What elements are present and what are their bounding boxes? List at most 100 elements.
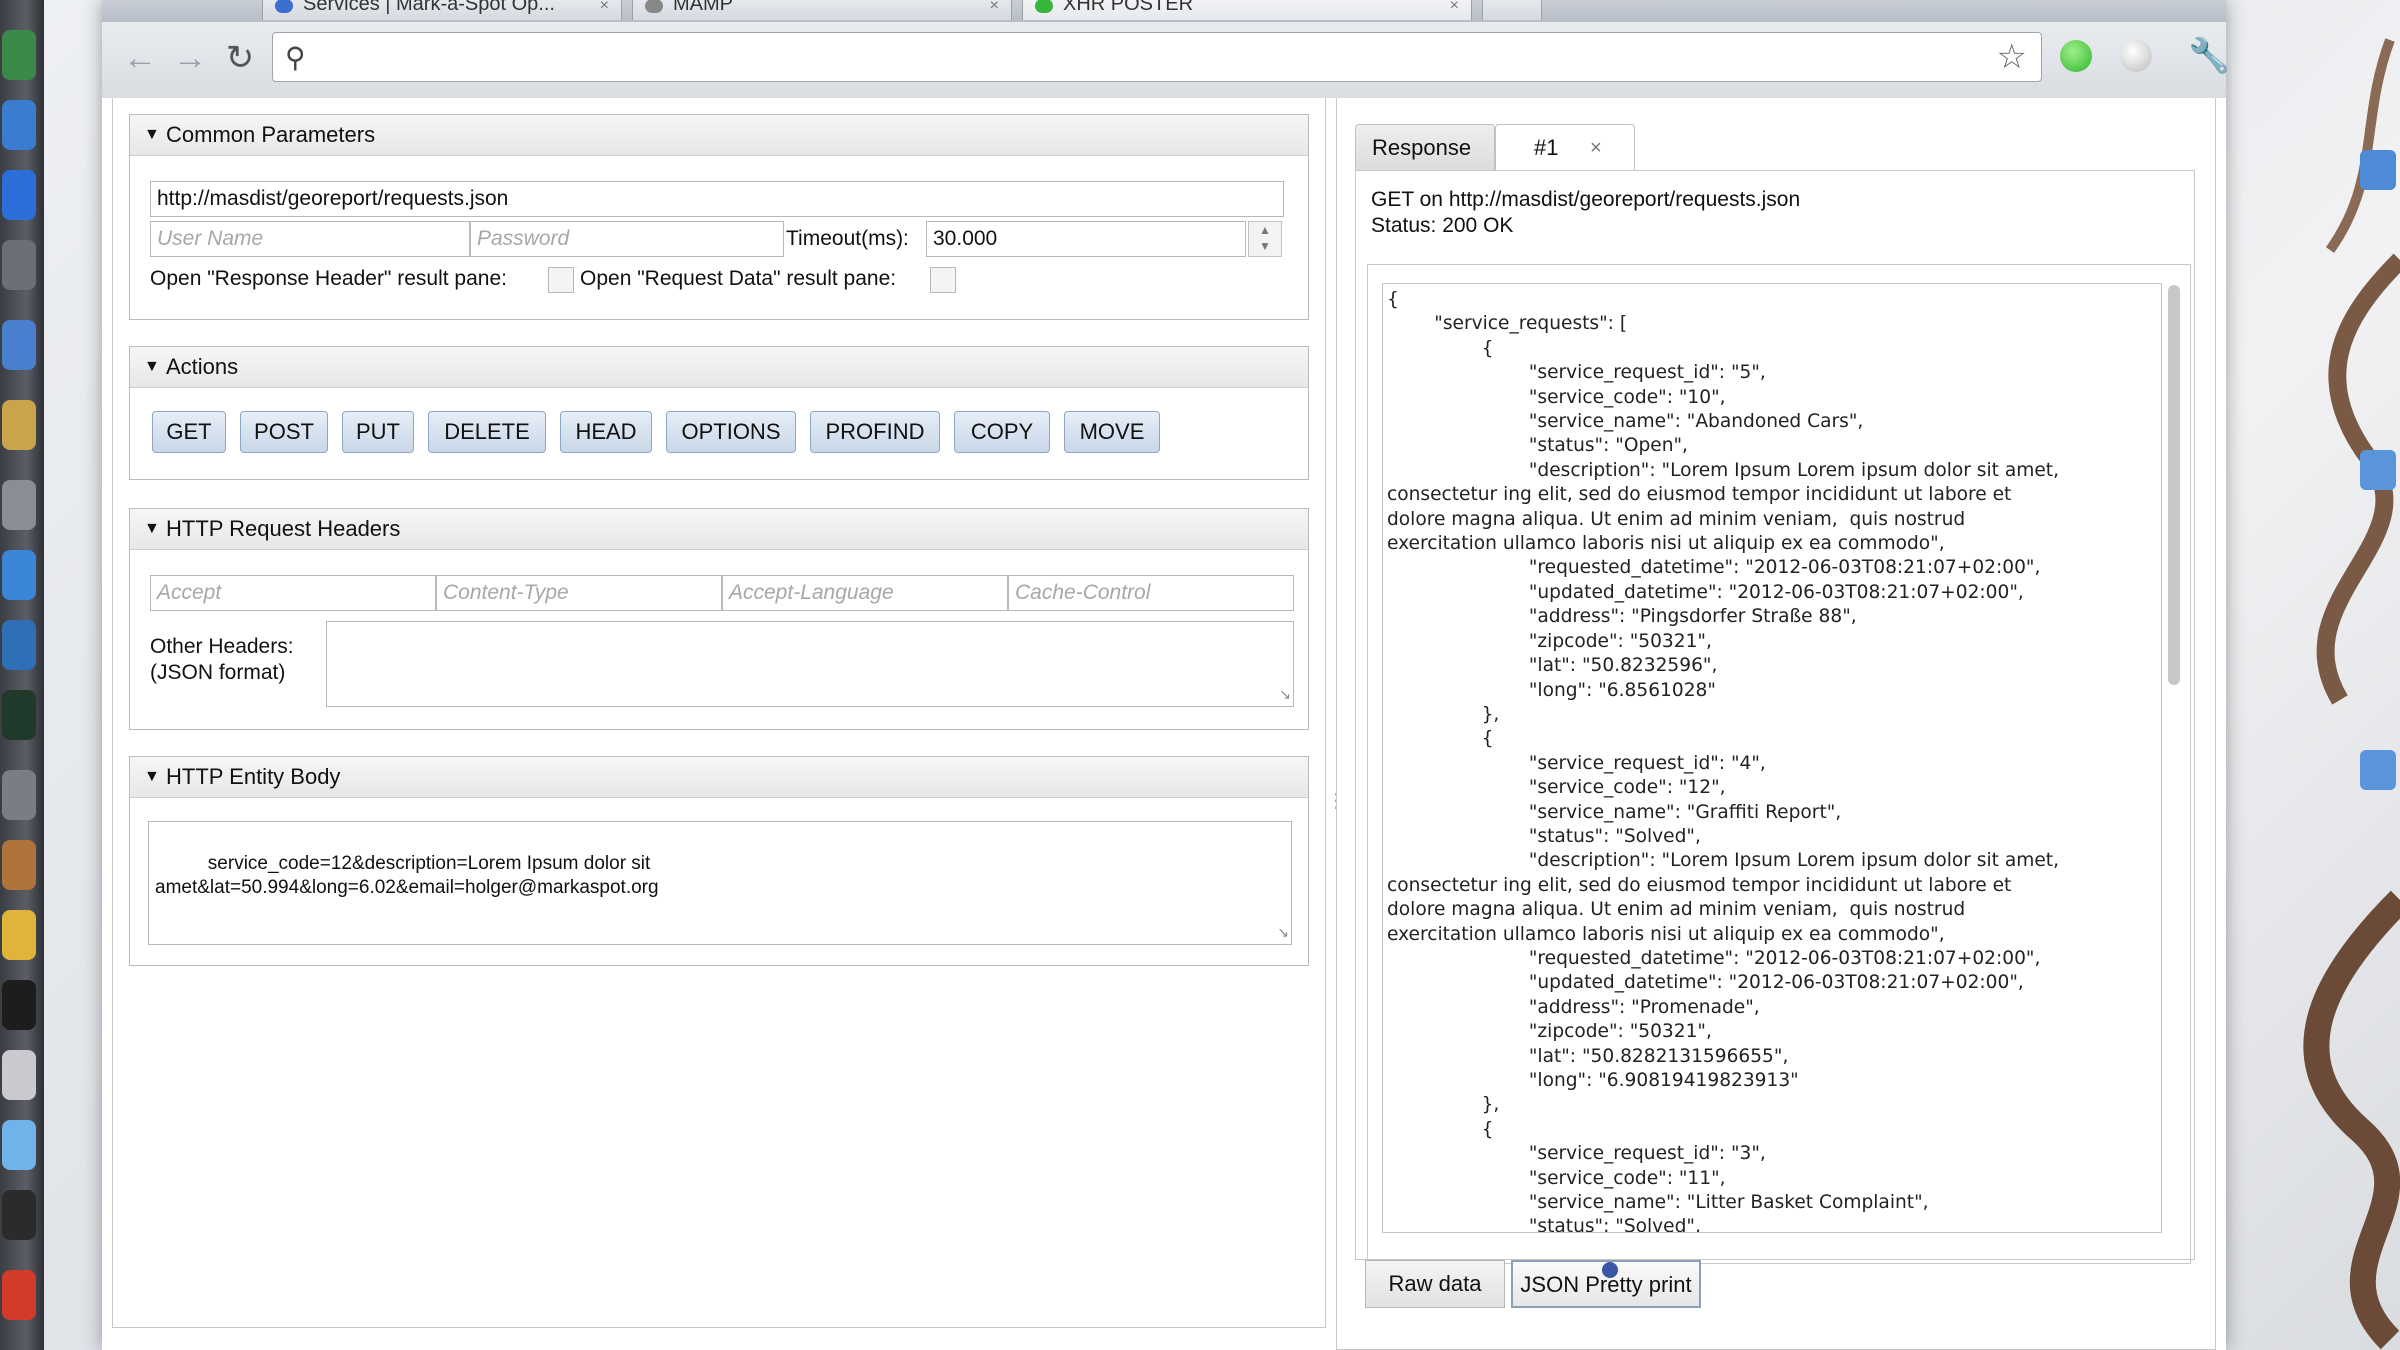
dock-app-icon[interactable] [2, 1050, 36, 1100]
get-button[interactable]: GET [152, 411, 226, 453]
other-headers-textarea[interactable]: ↘ [326, 621, 1294, 707]
new-tab-button[interactable] [1482, 0, 1542, 20]
dock-app-icon[interactable] [2, 100, 36, 150]
dock-app-icon[interactable] [2, 840, 36, 890]
username-field[interactable]: User Name [150, 221, 470, 257]
reload-icon[interactable]: ↻ [218, 36, 262, 80]
dock-app-icon[interactable] [2, 980, 36, 1030]
browser-tab-label: Services | Mark-a-Spot Op... [303, 0, 555, 15]
close-icon[interactable]: × [1590, 125, 1602, 171]
tab-response[interactable]: Response [1355, 124, 1495, 170]
accept-header-field[interactable]: Accept [150, 575, 436, 611]
request-data-label: Open "Request Data" result pane: [580, 267, 897, 290]
dock-app-icon[interactable] [2, 320, 36, 370]
dock-app-icon[interactable] [2, 480, 36, 530]
json-output[interactable]: { "service_requests": [ { "service_reque… [1382, 283, 2162, 1233]
put-button[interactable]: PUT [342, 411, 414, 453]
browser-tab-strip: Services | Mark-a-Spot Op... × MAMP × XH… [102, 0, 2226, 22]
desktop-dock [0, 0, 44, 1350]
triangle-down-icon: ▼ [144, 768, 160, 785]
tab-result-1[interactable]: #1 × [1495, 124, 1635, 170]
dock-app-icon[interactable] [2, 910, 36, 960]
password-placeholder: Password [477, 227, 570, 250]
dock-app-icon[interactable] [2, 1120, 36, 1170]
section-title: HTTP Request Headers [166, 516, 401, 541]
common-parameters-section: ▼ Common Parameters http://masdist/geore… [129, 114, 1309, 320]
section-header[interactable]: ▼ Common Parameters [130, 115, 1308, 156]
resize-grip-icon[interactable]: ↘ [1279, 682, 1291, 706]
request-summary: GET on http://masdist/georeport/requests… [1371, 188, 1801, 211]
response-header-label: Open "Response Header" result pane: [150, 267, 507, 290]
content-type-header-field[interactable]: Content-Type [436, 575, 722, 611]
browser-toolbar: ← → ↻ ⚲ ☆ 🔧 [102, 22, 2230, 99]
browser-tab-label: MAMP [673, 0, 733, 15]
triangle-down-icon: ▼ [144, 126, 160, 143]
address-bar[interactable]: ⚲ ☆ [272, 32, 2042, 82]
arrow-right-icon[interactable]: → [168, 36, 212, 80]
cache-control-header-field[interactable]: Cache-Control [1008, 575, 1294, 611]
accept-language-placeholder: Accept-Language [729, 581, 894, 604]
raw-data-button[interactable]: Raw data [1365, 1260, 1505, 1308]
browser-tab-label: XHR POSTER [1063, 0, 1194, 15]
options-button[interactable]: OPTIONS [666, 411, 796, 453]
dock-app-icon[interactable] [2, 550, 36, 600]
profind-button[interactable]: PROFIND [810, 411, 940, 453]
dock-app-icon[interactable] [2, 400, 36, 450]
timeout-field[interactable]: 30.000 [926, 221, 1246, 257]
entity-body-section: ▼ HTTP Entity Body service_code=12&descr… [129, 756, 1309, 966]
request-data-checkbox[interactable] [930, 267, 956, 293]
arrow-left-icon[interactable]: ← [118, 36, 162, 80]
move-button[interactable]: MOVE [1064, 411, 1160, 453]
head-button[interactable]: HEAD [560, 411, 652, 453]
dock-app-icon[interactable] [2, 1270, 36, 1320]
actions-section: ▼ Actions GET POST PUT DELETE HEAD OPTIO… [129, 346, 1309, 480]
request-headers-section: ▼ HTTP Request Headers Accept Content-Ty… [129, 508, 1309, 730]
vertical-scrollbar[interactable] [2168, 285, 2180, 685]
dock-app-icon[interactable] [2, 620, 36, 670]
other-headers-label: Other Headers: [150, 635, 294, 658]
dock-app-icon[interactable] [2, 30, 36, 80]
timeout-label: Timeout(ms): [786, 227, 909, 250]
password-field[interactable]: Password [470, 221, 784, 257]
search-icon: ⚲ [285, 42, 306, 73]
star-icon[interactable]: ☆ [1997, 37, 2027, 77]
close-icon[interactable]: × [600, 0, 609, 15]
browser-tab[interactable]: Services | Mark-a-Spot Op... × [262, 0, 622, 20]
response-data-panel: { "service_requests": [ { "service_reque… [1367, 264, 2191, 1264]
accept-placeholder: Accept [157, 581, 222, 604]
wrench-icon[interactable]: 🔧 [2188, 36, 2230, 76]
url-value: http://masdist/georeport/requests.json [157, 187, 509, 210]
extension-green-icon[interactable] [2060, 40, 2092, 72]
content-type-placeholder: Content-Type [443, 581, 569, 604]
response-header-checkbox[interactable] [548, 267, 574, 293]
pane-splitter[interactable]: ⋮ [1326, 788, 1346, 828]
json-format-label: (JSON format) [150, 661, 286, 684]
url-field[interactable]: http://masdist/georeport/requests.json [150, 181, 1284, 217]
accept-language-header-field[interactable]: Accept-Language [722, 575, 1008, 611]
browser-tab[interactable]: MAMP × [632, 0, 1012, 20]
delete-button[interactable]: DELETE [428, 411, 546, 453]
section-header[interactable]: ▼ Actions [130, 347, 1308, 388]
resize-grip-icon[interactable]: ↘ [1277, 920, 1289, 944]
status-line: Status: 200 OK [1371, 214, 1514, 237]
dock-app-icon[interactable] [2, 1190, 36, 1240]
extension-gray-icon[interactable] [2120, 40, 2152, 72]
section-title: Common Parameters [166, 122, 376, 147]
timeout-value: 30.000 [933, 227, 998, 250]
copy-button[interactable]: COPY [954, 411, 1050, 453]
section-header[interactable]: ▼ HTTP Request Headers [130, 509, 1308, 550]
close-icon[interactable]: × [990, 0, 999, 15]
triangle-down-icon: ▼ [144, 358, 160, 375]
timeout-stepper[interactable]: ▲ ▼ [1248, 221, 1282, 257]
browser-tab-active[interactable]: XHR POSTER × [1022, 0, 1472, 20]
dock-app-icon[interactable] [2, 690, 36, 740]
section-header[interactable]: ▼ HTTP Entity Body [130, 757, 1308, 798]
dock-app-icon[interactable] [2, 770, 36, 820]
dock-app-icon[interactable] [2, 240, 36, 290]
entity-body-textarea[interactable]: service_code=12&description=Lorem Ipsum … [148, 821, 1292, 945]
close-icon[interactable]: × [1450, 0, 1459, 15]
post-button[interactable]: POST [240, 411, 328, 453]
dock-app-icon[interactable] [2, 170, 36, 220]
response-pane: Response #1 × GET on http://masdist/geor… [1336, 98, 2216, 1350]
triangle-down-icon: ▼ [144, 520, 160, 537]
